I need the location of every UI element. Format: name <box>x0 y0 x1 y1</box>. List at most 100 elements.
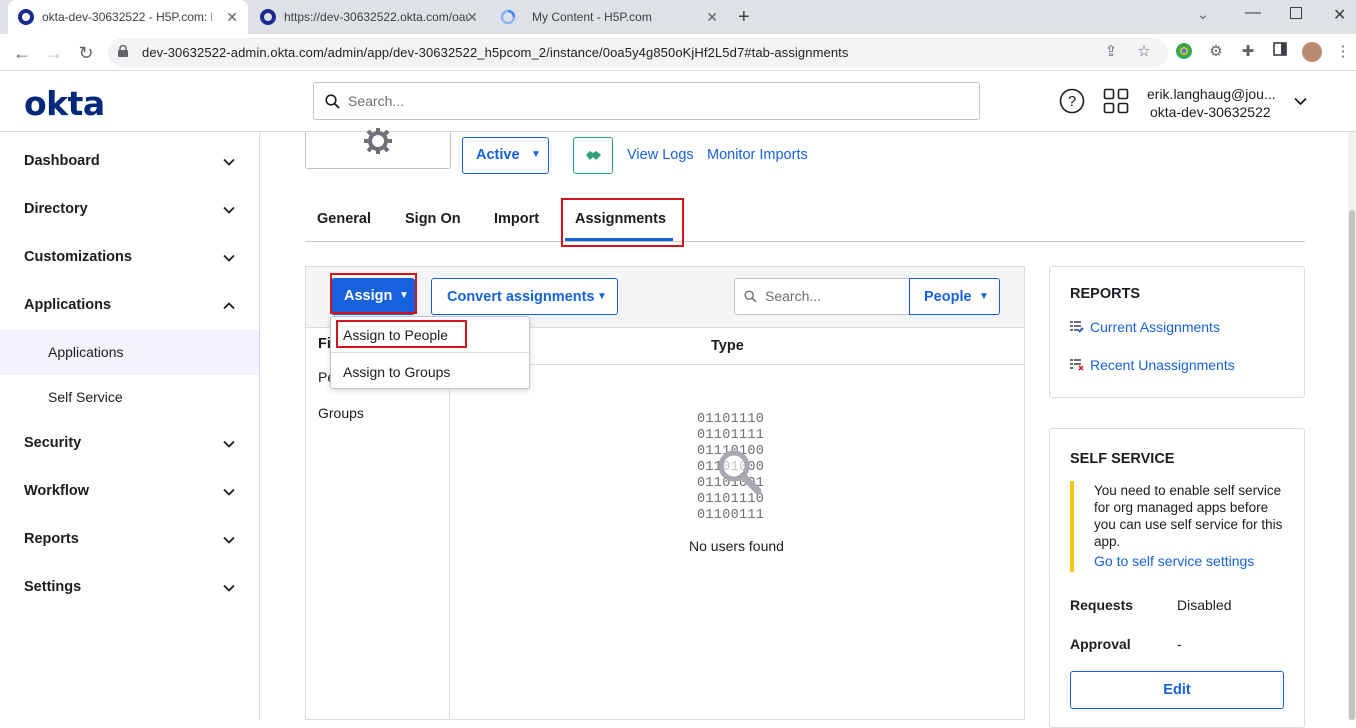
sidebar-subitem-label: Applications <box>48 344 124 360</box>
tab-sign-on[interactable]: Sign On <box>405 211 461 227</box>
sidebar-subitem-self-service[interactable]: Self Service <box>0 375 259 420</box>
reports-card: REPORTS Current Assignments Recent Unass… <box>1049 266 1305 398</box>
assignments-search[interactable] <box>734 278 910 315</box>
type-header-label: Type <box>711 338 744 354</box>
tab-title: okta-dev-30632522 - H5P.com: H5P <box>42 10 212 24</box>
reports-title: REPORTS <box>1070 286 1141 302</box>
close-window-icon[interactable]: ✕ <box>1333 5 1346 25</box>
sidebar-item-label: Customizations <box>24 249 132 265</box>
okta-header: okta ? erik.langhaug@jou... okta-dev-306… <box>0 71 1356 132</box>
side-panel-icon[interactable] <box>1270 42 1290 62</box>
sidebar-item-settings[interactable]: Settings <box>0 564 259 612</box>
self-service-notice: You need to enable self service for org … <box>1070 481 1284 572</box>
close-tab-icon[interactable]: ✕ <box>466 9 478 26</box>
bookmark-star-icon[interactable]: ☆ <box>1134 42 1154 62</box>
browser-tab-okta-oauth[interactable]: https://dev-30632522.okta.com/oauth2 ✕ <box>250 0 488 34</box>
app-status-dropdown[interactable]: Active ▼ <box>462 137 549 174</box>
sidebar-item-label: Reports <box>24 531 79 547</box>
sidebar-item-label: Dashboard <box>24 153 100 169</box>
assignments-search-input[interactable] <box>765 288 905 304</box>
search-icon <box>325 94 340 109</box>
tabs-divider <box>305 241 1305 242</box>
browser-tab-okta-admin[interactable]: okta-dev-30632522 - H5P.com: H5P ✕ <box>8 0 248 34</box>
menu-divider <box>331 352 529 353</box>
minimize-window-icon[interactable]: — <box>1245 4 1261 22</box>
lock-icon <box>118 45 128 57</box>
restore-window-icon[interactable] <box>1290 7 1302 19</box>
user-email[interactable]: erik.langhaug@jou... <box>1147 86 1276 102</box>
people-filter-dropdown[interactable]: People ▼ <box>909 278 1000 315</box>
chrome-extension-icon[interactable] <box>1174 42 1194 62</box>
okta-logo[interactable]: okta <box>24 84 105 123</box>
close-tab-icon[interactable]: ✕ <box>226 9 238 26</box>
chevron-down-icon <box>223 440 235 448</box>
sidebar-item-applications[interactable]: Applications <box>0 282 259 330</box>
chevron-down-icon <box>223 584 235 592</box>
people-filter-label: People <box>924 289 972 305</box>
gear-icon <box>364 128 392 154</box>
close-tab-icon[interactable]: ✕ <box>706 9 718 26</box>
convert-assignments-label: Convert assignments <box>447 289 595 305</box>
recent-unassignments-link[interactable]: Recent Unassignments <box>1090 357 1235 373</box>
chevron-down-icon <box>223 158 235 166</box>
gear-extension-icon[interactable]: ⚙ <box>1206 42 1226 62</box>
edit-self-service-button[interactable]: Edit <box>1070 671 1284 709</box>
chevron-down-icon[interactable] <box>1294 97 1307 106</box>
binary-line: 01101110 <box>697 412 765 427</box>
page-scrollbar-thumb[interactable] <box>1349 210 1355 720</box>
magnifier-icon <box>718 450 762 495</box>
self-service-settings-link[interactable]: Go to self service settings <box>1094 553 1254 569</box>
highlight-box-assign-button <box>330 273 417 314</box>
assign-to-groups-option[interactable]: Assign to Groups <box>343 364 450 380</box>
empty-state-text: No users found <box>689 538 784 554</box>
tab-title: My Content - H5P.com <box>532 10 652 24</box>
requests-label: Requests <box>1070 597 1134 613</box>
new-tab-icon[interactable]: + <box>738 6 750 29</box>
caret-down-icon: ▼ <box>979 291 989 302</box>
browser-tab-bar: okta-dev-30632522 - H5P.com: H5P ✕ https… <box>0 0 1356 34</box>
global-search-input[interactable] <box>348 91 948 111</box>
browser-menu-icon[interactable]: ⋮ <box>1333 42 1353 62</box>
org-name[interactable]: okta-dev-30632522 <box>1150 104 1271 120</box>
sidebar-item-label: Directory <box>24 201 88 217</box>
address-bar[interactable]: dev-30632522-admin.okta.com/admin/app/de… <box>108 38 1168 67</box>
tab-search-chevron-icon[interactable]: ⌄ <box>1197 6 1209 23</box>
view-logs-link[interactable]: View Logs <box>627 147 694 163</box>
sidebar-item-reports[interactable]: Reports <box>0 516 259 564</box>
search-icon <box>744 290 757 303</box>
tab-import[interactable]: Import <box>494 211 539 227</box>
profile-avatar[interactable] <box>1302 42 1322 62</box>
sidebar-subitem-applications[interactable]: Applications <box>0 330 259 375</box>
help-icon[interactable]: ? <box>1059 88 1085 114</box>
url-text: dev-30632522-admin.okta.com/admin/app/de… <box>142 45 849 60</box>
highlight-box-assign-to-people <box>336 320 467 348</box>
forward-arrow-icon[interactable]: → <box>42 41 66 65</box>
monitor-imports-link[interactable]: Monitor Imports <box>707 147 808 163</box>
current-assignments-link[interactable]: Current Assignments <box>1090 319 1220 335</box>
sidebar-item-workflow[interactable]: Workflow <box>0 468 259 516</box>
reload-icon[interactable]: ↻ <box>74 41 98 65</box>
chevron-down-icon <box>223 536 235 544</box>
sidebar-item-security[interactable]: Security <box>0 420 259 468</box>
back-arrow-icon[interactable]: ← <box>10 41 34 65</box>
puzzle-extensions-icon[interactable]: ✚ <box>1238 42 1258 62</box>
sidebar-item-directory[interactable]: Directory <box>0 186 259 234</box>
app-logo <box>305 128 451 169</box>
filter-groups[interactable]: Groups <box>318 405 364 421</box>
global-search[interactable] <box>313 82 980 120</box>
requests-value: Disabled <box>1177 597 1232 613</box>
sidebar-item-customizations[interactable]: Customizations <box>0 234 259 282</box>
browser-toolbar: ← → ↻ dev-30632522-admin.okta.com/admin/… <box>0 34 1356 71</box>
edit-button-label: Edit <box>1163 682 1191 698</box>
handshake-icon <box>586 151 601 160</box>
app-switcher-grid-icon[interactable] <box>1103 88 1129 114</box>
convert-assignments-button[interactable]: Convert assignments ▼ <box>431 278 618 315</box>
sidebar-item-dashboard[interactable]: Dashboard <box>0 138 259 186</box>
tab-general[interactable]: General <box>317 211 371 227</box>
approval-value: - <box>1177 636 1182 652</box>
share-icon[interactable]: ⇪ <box>1101 42 1121 62</box>
browser-tab-h5p[interactable]: My Content - H5P.com ✕ <box>490 0 728 34</box>
provisioning-handshake-button[interactable] <box>573 137 613 174</box>
sidebar-subitem-label: Self Service <box>48 389 123 405</box>
sidebar-item-label: Security <box>24 435 82 451</box>
